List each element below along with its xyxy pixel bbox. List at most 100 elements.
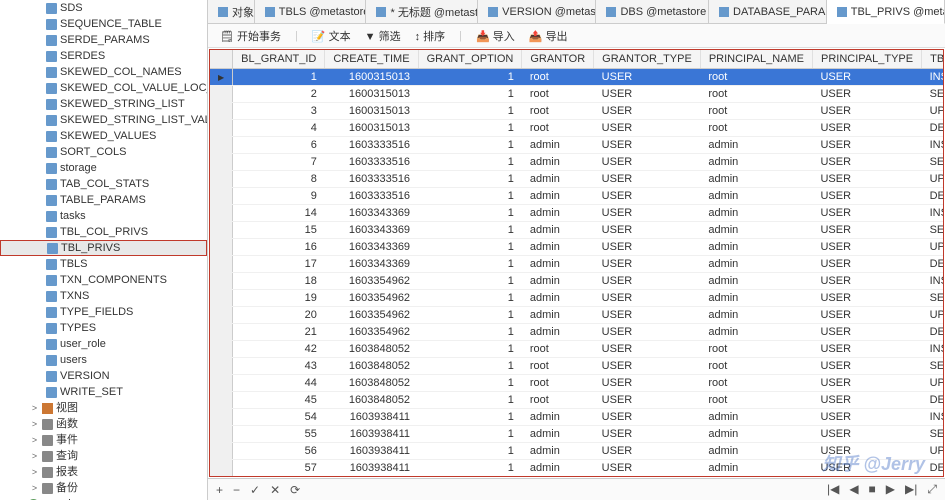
cell-principal_type[interactable]: USER	[812, 290, 921, 307]
cell-grantor_type[interactable]: USER	[594, 307, 701, 324]
cell-grantor[interactable]: admin	[522, 273, 594, 290]
cell-grant_option[interactable]: 1	[418, 341, 522, 358]
cell-create_time[interactable]: 1603938411	[325, 409, 418, 426]
cell-tbl_priv[interactable]: SELECT	[922, 426, 944, 443]
row-marker[interactable]	[210, 273, 233, 290]
cell-create_time[interactable]: 1603343369	[325, 239, 418, 256]
import-button[interactable]: 📥 导入	[476, 28, 515, 44]
cell-bl_grant_id[interactable]: 9	[233, 188, 325, 205]
cell-create_time[interactable]: 1603333516	[325, 154, 418, 171]
cell-grant_option[interactable]: 1	[418, 69, 522, 86]
cell-grantor_type[interactable]: USER	[594, 409, 701, 426]
tree-item-version[interactable]: VERSION	[0, 368, 207, 384]
table-row[interactable]: 816033335161adminUSERadminUSERUPDATE1044…	[210, 171, 944, 188]
cell-grantor_type[interactable]: USER	[594, 341, 701, 358]
tree-toggle-icon[interactable]: >	[30, 465, 39, 479]
cell-create_time[interactable]: 1603938411	[325, 443, 418, 460]
tree-item-事件[interactable]: >事件	[0, 432, 207, 448]
table-row[interactable]: 4216038480521rootUSERrootUSERINSERT12151	[210, 341, 944, 358]
cell-grantor[interactable]: admin	[522, 307, 594, 324]
tree-item-备份[interactable]: >备份	[0, 480, 207, 496]
cell-bl_grant_id[interactable]: 45	[233, 392, 325, 409]
sidebar[interactable]: SDSSEQUENCE_TABLESERDE_PARAMSSERDESSKEWE…	[0, 0, 208, 500]
cell-grantor_type[interactable]: USER	[594, 120, 701, 137]
cell-grantor[interactable]: root	[522, 358, 594, 375]
cell-grantor[interactable]: admin	[522, 443, 594, 460]
cell-grant_option[interactable]: 1	[418, 290, 522, 307]
cell-principal_name[interactable]: admin	[700, 171, 812, 188]
tab[interactable]: TBL_PRIVS @metasto...	[827, 0, 945, 24]
cell-grantor_type[interactable]: USER	[594, 103, 701, 120]
table-row[interactable]: 716033335161adminUSERadminUSERSELECT1044…	[210, 154, 944, 171]
row-marker[interactable]	[210, 103, 233, 120]
cell-grantor[interactable]: admin	[522, 171, 594, 188]
cell-bl_grant_id[interactable]: 55	[233, 426, 325, 443]
tree-item-tbls[interactable]: TBLS	[0, 256, 207, 272]
next-page-button[interactable]: ▶	[884, 482, 897, 497]
tree-toggle-icon[interactable]: >	[30, 449, 39, 463]
tree-item-函数[interactable]: >函数	[0, 416, 207, 432]
cell-grantor_type[interactable]: USER	[594, 188, 701, 205]
cell-grant_option[interactable]: 1	[418, 477, 522, 478]
cell-create_time[interactable]: 1603354962	[325, 273, 418, 290]
cell-grant_option[interactable]: 1	[418, 171, 522, 188]
row-marker[interactable]	[210, 324, 233, 341]
begin-trans-button[interactable]: 🗒 开始事务	[220, 28, 281, 44]
cell-principal_type[interactable]: USER	[812, 358, 921, 375]
row-marker[interactable]	[210, 290, 233, 307]
cell-grantor[interactable]: root	[522, 69, 594, 86]
cell-principal_name[interactable]: root	[700, 69, 812, 86]
cell-principal_name[interactable]: admin	[700, 188, 812, 205]
table-row[interactable]: 5516039384111adminUSERadminUSERSELECT124…	[210, 426, 944, 443]
cell-tbl_priv[interactable]: INSERT	[922, 477, 944, 478]
cell-tbl_priv[interactable]: UPDATE	[922, 443, 944, 460]
cell-tbl_priv[interactable]: UPDATE	[922, 375, 944, 392]
table-row[interactable]: 4516038480521rootUSERrootUSERDELETE12151	[210, 392, 944, 409]
cell-grantor[interactable]: admin	[522, 324, 594, 341]
tree-toggle-icon[interactable]: >	[30, 433, 39, 447]
cancel-button[interactable]: ✕	[268, 483, 282, 497]
row-marker[interactable]	[210, 239, 233, 256]
cell-bl_grant_id[interactable]: 42	[233, 341, 325, 358]
tree-item-skewed_string_list[interactable]: SKEWED_STRING_LIST	[0, 96, 207, 112]
cell-grantor_type[interactable]: USER	[594, 477, 701, 478]
cell-grant_option[interactable]: 1	[418, 273, 522, 290]
row-marker[interactable]	[210, 375, 233, 392]
cell-bl_grant_id[interactable]: 6	[233, 137, 325, 154]
table-row[interactable]: 1416033433691adminUSERadminUSERINSERT104…	[210, 205, 944, 222]
cell-principal_type[interactable]: USER	[812, 426, 921, 443]
cell-principal_name[interactable]: admin	[700, 154, 812, 171]
cell-bl_grant_id[interactable]: 2	[233, 86, 325, 103]
cell-principal_name[interactable]: admin	[700, 477, 812, 478]
cell-tbl_priv[interactable]: UPDATE	[922, 307, 944, 324]
table-row[interactable]: 5816039384171adminUSERadminUSERINSERT124…	[210, 477, 944, 478]
save-button[interactable]: ✓	[248, 483, 262, 497]
cell-create_time[interactable]: 1603333516	[325, 188, 418, 205]
cell-create_time[interactable]: 1603333516	[325, 171, 418, 188]
cell-grantor[interactable]: admin	[522, 137, 594, 154]
cell-grant_option[interactable]: 1	[418, 86, 522, 103]
add-row-button[interactable]: +	[214, 483, 225, 497]
cell-grantor_type[interactable]: USER	[594, 137, 701, 154]
table-row[interactable]: 216003150131rootUSERrootUSERSELECT4331	[210, 86, 944, 103]
text-button[interactable]: 📝 文本	[312, 28, 351, 44]
cell-principal_name[interactable]: admin	[700, 205, 812, 222]
cell-grant_option[interactable]: 1	[418, 154, 522, 171]
cell-principal_name[interactable]: admin	[700, 273, 812, 290]
cell-principal_type[interactable]: USER	[812, 69, 921, 86]
cell-grant_option[interactable]: 1	[418, 103, 522, 120]
cell-bl_grant_id[interactable]: 19	[233, 290, 325, 307]
tree-item-type_fields[interactable]: TYPE_FIELDS	[0, 304, 207, 320]
cell-principal_name[interactable]: admin	[700, 137, 812, 154]
cell-grantor[interactable]: admin	[522, 290, 594, 307]
cell-principal_type[interactable]: USER	[812, 307, 921, 324]
table-row[interactable]: 2116033549621adminUSERadminUSERDELETE105…	[210, 324, 944, 341]
cell-create_time[interactable]: 1603848052	[325, 358, 418, 375]
cell-tbl_priv[interactable]: INSERT	[922, 69, 944, 86]
cell-bl_grant_id[interactable]: 58	[233, 477, 325, 478]
cell-grantor_type[interactable]: USER	[594, 239, 701, 256]
cell-bl_grant_id[interactable]: 43	[233, 358, 325, 375]
cell-create_time[interactable]: 1603354962	[325, 290, 418, 307]
cell-tbl_priv[interactable]: UPDATE	[922, 171, 944, 188]
cell-grantor_type[interactable]: USER	[594, 69, 701, 86]
